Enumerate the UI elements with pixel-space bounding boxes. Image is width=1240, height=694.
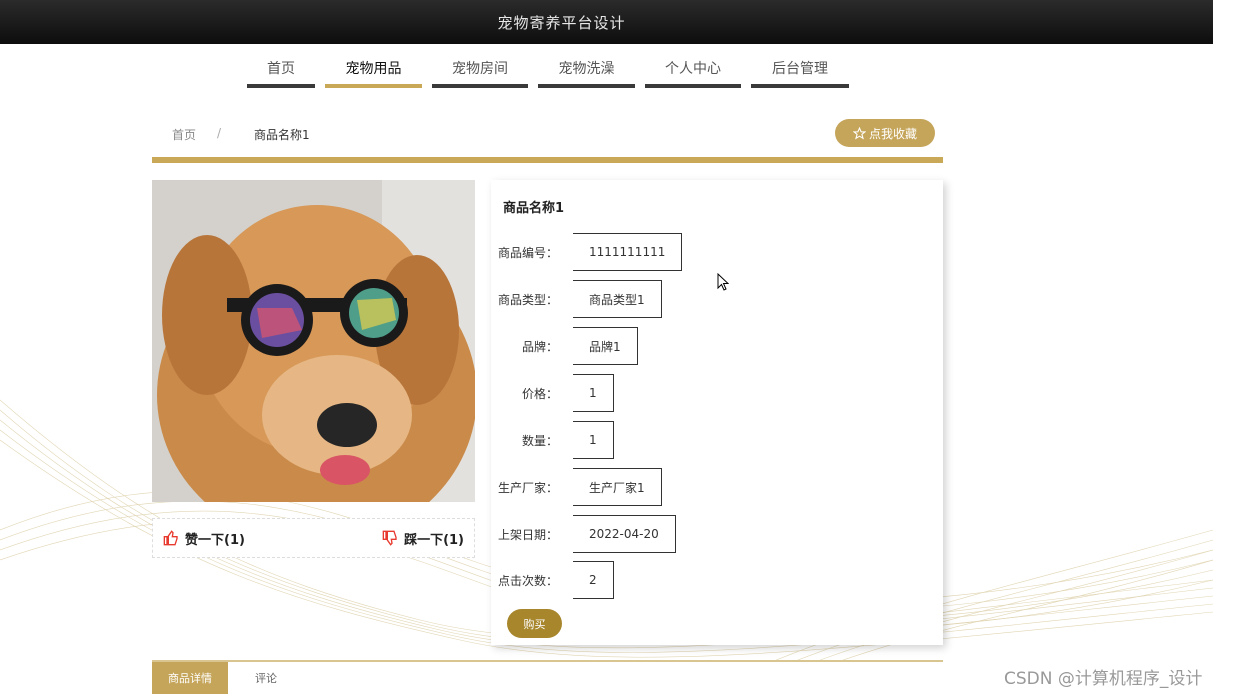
- field-label: 品牌：: [521, 339, 558, 354]
- field-product-number: 商品编号： 1111111111: [491, 233, 683, 271]
- favorite-button[interactable]: 点我收藏: [835, 119, 935, 147]
- field-value: 2: [573, 561, 614, 599]
- field-quantity: 数量： 1: [491, 421, 614, 459]
- mouse-cursor-icon: [717, 273, 729, 291]
- star-outline-icon: [852, 126, 866, 140]
- thumbs-down-icon: [382, 530, 397, 546]
- nav-item-pet-supplies[interactable]: 宠物用品: [325, 56, 422, 88]
- nav-item-home[interactable]: 首页: [247, 56, 315, 88]
- tab-comments[interactable]: 评论: [228, 662, 304, 694]
- field-value: 品牌1: [573, 327, 638, 365]
- nav-item-personal-center[interactable]: 个人中心: [645, 56, 741, 88]
- field-label: 价格：: [521, 386, 558, 401]
- breadcrumb: 首页 / 商品名称1 点我收藏: [152, 117, 943, 163]
- field-label: 点击次数：: [497, 573, 558, 588]
- product-name: 商品名称1: [503, 201, 565, 216]
- product-detail-card: 商品名称1 商品编号： 1111111111 商品类型： 商品类型1 品牌： 品…: [491, 180, 943, 645]
- field-brand: 品牌： 品牌1: [491, 327, 638, 365]
- vote-row: 赞一下(1) 踩一下(1): [152, 518, 475, 558]
- like-button[interactable]: 赞一下(1): [163, 529, 245, 548]
- thumbs-up-icon: [163, 530, 178, 546]
- main-nav: 首页 宠物用品 宠物房间 宠物洗澡 个人中心 后台管理: [247, 56, 859, 88]
- nav-item-pet-bathing[interactable]: 宠物洗澡: [538, 56, 635, 88]
- breadcrumb-separator: /: [217, 126, 222, 140]
- breadcrumb-home-link[interactable]: 首页: [172, 126, 196, 143]
- field-label: 商品编号：: [497, 245, 558, 260]
- dislike-button[interactable]: 踩一下(1): [382, 529, 464, 548]
- nav-item-pet-rooms[interactable]: 宠物房间: [432, 56, 528, 88]
- favorite-label: 点我收藏: [868, 126, 917, 141]
- field-value: 1: [573, 374, 614, 412]
- watermark: CSDN @计算机程序_设计: [1004, 669, 1203, 689]
- field-label: 上架日期：: [497, 527, 558, 542]
- tab-product-details[interactable]: 商品详情: [152, 662, 228, 694]
- field-label: 生产厂家：: [497, 480, 558, 495]
- field-price: 价格： 1: [491, 374, 614, 412]
- field-value: 1: [573, 421, 614, 459]
- field-label: 数量：: [521, 433, 558, 448]
- breadcrumb-current: 商品名称1: [254, 128, 310, 142]
- field-value: 生产厂家1: [573, 468, 662, 506]
- field-value: 1111111111: [573, 233, 683, 271]
- field-label: 商品类型：: [497, 292, 558, 307]
- nav-item-admin[interactable]: 后台管理: [751, 56, 849, 88]
- like-label: 赞一下(1): [185, 532, 245, 548]
- field-manufacturer: 生产厂家： 生产厂家1: [491, 468, 662, 506]
- dislike-label: 踩一下(1): [404, 532, 464, 548]
- site-title: 宠物寄养平台设计: [497, 13, 626, 32]
- detail-tabs: 商品详情 评论: [152, 660, 943, 694]
- field-click-count: 点击次数： 2: [491, 561, 614, 599]
- product-image: [152, 180, 475, 502]
- field-product-type: 商品类型： 商品类型1: [491, 280, 662, 318]
- field-listing-date: 上架日期： 2022-04-20: [491, 515, 676, 553]
- top-header-bar: 宠物寄养平台设计: [0, 0, 1213, 44]
- buy-button[interactable]: 购买: [507, 609, 562, 638]
- field-value: 2022-04-20: [573, 515, 676, 553]
- field-value: 商品类型1: [573, 280, 662, 318]
- right-margin: [1213, 0, 1240, 694]
